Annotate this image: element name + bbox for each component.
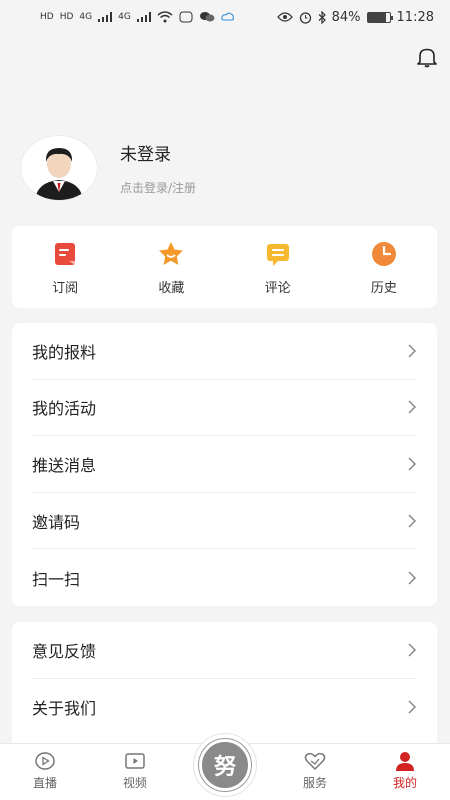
favorite-star-icon <box>159 241 184 265</box>
signal-icon <box>98 12 113 22</box>
menu-label: 我的活动 <box>32 399 97 419</box>
menu-label: 推送消息 <box>32 455 97 475</box>
network-4g-1: 4G <box>79 12 93 22</box>
signal-icon-2 <box>136 12 151 22</box>
center-logo: 努 <box>199 739 251 791</box>
chevron-right-icon <box>408 643 417 657</box>
menu-push-messages[interactable]: 推送消息 <box>32 436 417 493</box>
menu-label: 邀请码 <box>32 512 81 532</box>
chevron-right-icon <box>408 571 417 585</box>
nav-live[interactable]: 直播 <box>10 751 80 791</box>
nav-service[interactable]: 服务 <box>280 751 350 791</box>
wechat-icon <box>199 12 215 22</box>
menu-label: 关于我们 <box>32 698 97 718</box>
alarm-icon <box>299 11 311 24</box>
menu-my-reports[interactable]: 我的报料 <box>32 323 417 380</box>
battery-level <box>367 12 386 22</box>
menu-card-primary: 我的报料 我的活动 推送消息 邀请码 扫一扫 <box>12 323 437 606</box>
clock-time: 11:28 <box>396 9 434 25</box>
profile-header[interactable]: 未登录 点击登录/注册 <box>20 135 430 201</box>
nav-video[interactable]: 视频 <box>100 751 170 791</box>
status-left: HD HD 4G 4G <box>40 11 235 23</box>
menu-feedback[interactable]: 意见反馈 <box>32 622 417 679</box>
menu-invite-code[interactable]: 邀请码 <box>32 493 417 550</box>
status-right: 84% 11:28 <box>276 9 434 25</box>
battery-percent: 84% <box>331 9 361 25</box>
quick-favorite-label: 收藏 <box>158 280 185 296</box>
app-notification-icon <box>179 11 193 23</box>
center-logo-button[interactable]: 努 <box>193 733 257 797</box>
quick-subscribe[interactable]: 订阅 <box>25 239 105 296</box>
quick-favorite[interactable]: 收藏 <box>131 239 211 296</box>
profile-icon <box>396 752 414 771</box>
menu-label: 我的报料 <box>32 342 97 362</box>
profile-text: 未登录 点击登录/注册 <box>120 140 196 196</box>
chevron-right-icon <box>408 514 417 528</box>
chevron-right-icon <box>408 700 417 714</box>
profile-name: 未登录 <box>120 145 171 165</box>
quick-history-label: 历史 <box>370 280 397 296</box>
cloud-icon <box>221 12 234 21</box>
status-bar: HD HD 4G 4G 84% 11:28 <box>0 0 450 34</box>
bluetooth-icon <box>318 10 326 24</box>
eye-icon <box>276 12 293 22</box>
menu-label: 意见反馈 <box>32 641 97 661</box>
quick-subscribe-label: 订阅 <box>52 280 79 296</box>
hd-badge-1: HD <box>40 12 54 22</box>
bell-icon[interactable] <box>416 46 438 68</box>
quick-comment-label: 评论 <box>264 280 291 296</box>
subscribe-icon <box>55 242 76 265</box>
chevron-right-icon <box>408 457 417 471</box>
nav-mine-label: 我的 <box>392 776 417 790</box>
hd-badge-2: HD <box>59 12 74 22</box>
menu-my-activities[interactable]: 我的活动 <box>32 380 417 437</box>
menu-about-us[interactable]: 关于我们 <box>32 679 417 736</box>
avatar[interactable] <box>20 135 98 201</box>
battery-icon <box>366 11 393 23</box>
login-register-link[interactable]: 点击登录/注册 <box>120 179 196 196</box>
quick-comment[interactable]: 评论 <box>238 239 318 296</box>
nav-video-label: 视频 <box>122 776 147 790</box>
wifi-icon <box>157 11 173 23</box>
nav-mine[interactable]: 我的 <box>370 751 440 791</box>
comment-icon <box>266 243 289 266</box>
nav-service-label: 服务 <box>302 776 327 790</box>
quick-history[interactable]: 历史 <box>344 239 424 296</box>
video-icon <box>125 753 145 769</box>
live-play-icon <box>35 752 55 770</box>
history-clock-icon <box>371 241 396 266</box>
chevron-right-icon <box>408 400 417 414</box>
menu-scan[interactable]: 扫一扫 <box>32 549 417 606</box>
chevron-right-icon <box>408 344 417 358</box>
service-heart-icon <box>304 752 326 771</box>
quick-actions: 订阅 收藏 评论 历史 <box>12 226 437 308</box>
nav-live-label: 直播 <box>32 776 57 790</box>
default-avatar-icon <box>35 148 83 200</box>
menu-label: 扫一扫 <box>32 569 81 589</box>
network-4g-2: 4G <box>118 12 131 22</box>
